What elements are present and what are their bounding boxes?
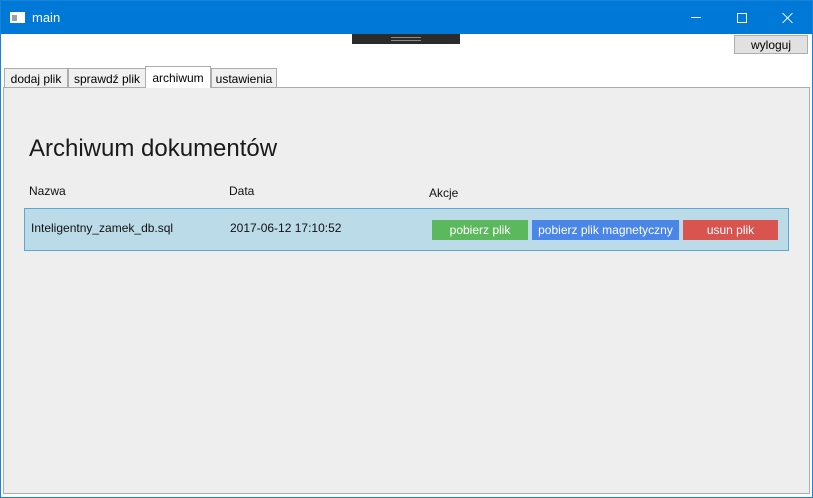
archive-panel: Archiwum dokumentów Nazwa Data Akcje Int… — [3, 87, 810, 494]
tab-dodaj-plik[interactable]: dodaj plik — [4, 68, 68, 88]
maximize-button[interactable] — [719, 1, 765, 34]
app-window: main wyloguj dodaj plik sprawdź plik arc… — [0, 0, 813, 498]
maximize-icon — [737, 12, 747, 23]
logout-button[interactable]: wyloguj — [734, 35, 808, 54]
column-header-actions: Akcje — [429, 186, 459, 200]
download-button[interactable]: pobierz plik — [432, 220, 528, 240]
column-header-date: Data — [229, 184, 255, 198]
tab-archiwum[interactable]: archiwum — [145, 66, 211, 88]
close-icon — [782, 12, 794, 24]
table-row[interactable]: Inteligentny_zamek_db.sql 2017-06-12 17:… — [24, 208, 789, 251]
window-title: main — [32, 10, 61, 25]
minimize-icon — [691, 17, 701, 18]
window-app-icon — [10, 12, 25, 23]
close-button[interactable] — [765, 1, 811, 34]
file-date-cell: 2017-06-12 17:10:52 — [230, 221, 342, 235]
delete-button[interactable]: usun plik — [683, 220, 778, 240]
drag-handle[interactable] — [352, 34, 460, 44]
tab-sprawdz-plik[interactable]: sprawdź plik — [68, 68, 146, 88]
download-magnet-button[interactable]: pobierz plik magnetyczny — [532, 220, 679, 240]
title-bar[interactable]: main — [1, 1, 812, 34]
column-header-name: Nazwa — [29, 184, 66, 198]
file-name-cell: Inteligentny_zamek_db.sql — [31, 221, 174, 235]
tab-ustawienia[interactable]: ustawienia — [211, 68, 277, 88]
minimize-button[interactable] — [673, 1, 719, 34]
page-title: Archiwum dokumentów — [29, 135, 278, 162]
